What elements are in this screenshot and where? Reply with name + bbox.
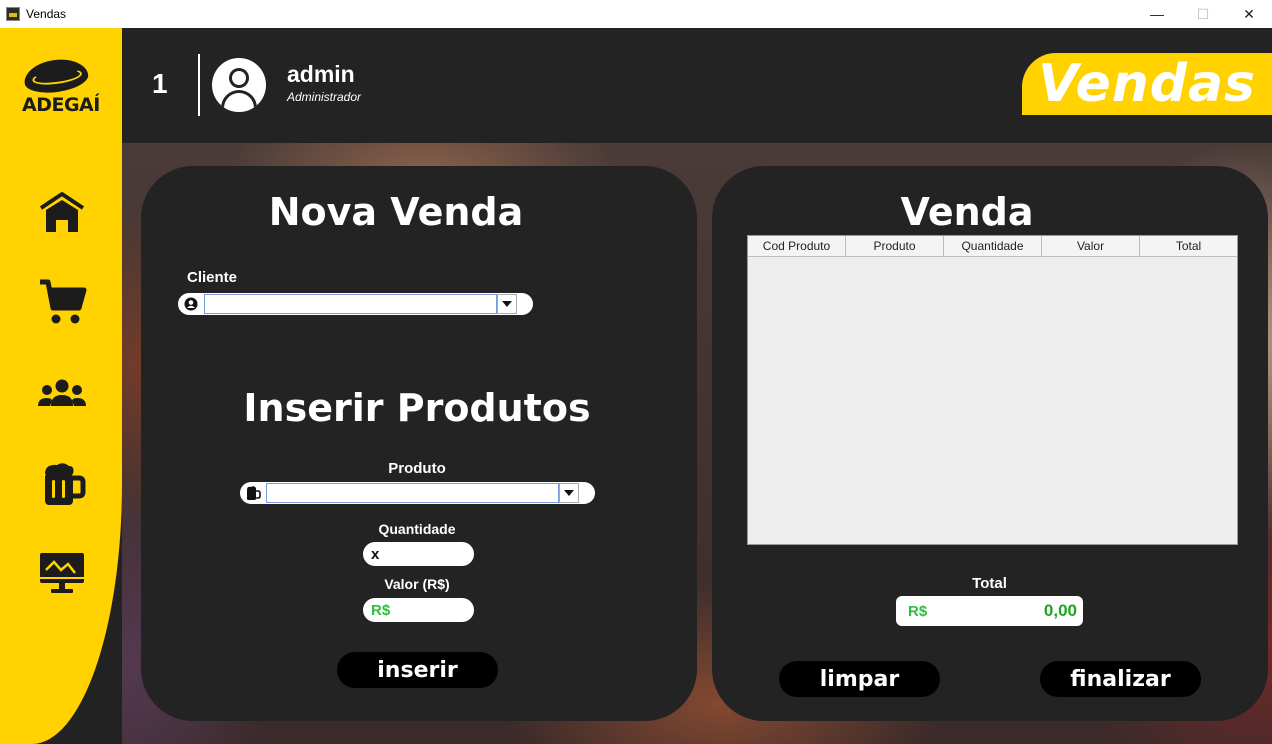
bottle-cap-icon [22, 55, 90, 97]
cart-icon [40, 279, 87, 324]
sidebar-item-relatorios[interactable] [36, 548, 88, 596]
total-label: Total [972, 575, 1007, 592]
nova-venda-title: Nova Venda [268, 190, 524, 234]
inserir-button[interactable]: inserir [337, 652, 498, 688]
valor-input[interactable]: R$ [363, 598, 474, 622]
user-icon [229, 68, 249, 88]
venda-title: Venda [900, 190, 1034, 234]
user-number: 1 [152, 68, 168, 99]
cliente-label: Cliente [187, 269, 238, 286]
beer-mug-icon [240, 482, 266, 504]
venda-table[interactable]: Cod Produto Produto Quantidade Valor Tot… [747, 235, 1238, 545]
sidebar-item-home[interactable] [36, 188, 88, 236]
column-header[interactable]: Total [1140, 236, 1237, 256]
total-prefix: R$ [908, 602, 928, 620]
window-title: Vendas [26, 7, 67, 21]
produto-combobox[interactable] [240, 482, 595, 504]
chevron-down-icon[interactable] [559, 483, 579, 503]
page-title-banner: Vendas [1022, 53, 1272, 115]
close-button[interactable]: ✕ [1226, 0, 1272, 28]
produto-field[interactable] [266, 483, 559, 503]
page-title: Vendas [1037, 54, 1256, 114]
column-header[interactable]: Cod Produto [748, 236, 846, 256]
quantidade-label: Quantidade [378, 521, 456, 537]
window-titlebar: Vendas — ☐ ✕ [0, 0, 1272, 28]
header-divider [198, 54, 200, 116]
limpar-button[interactable]: limpar [779, 661, 940, 697]
user-name: admin [287, 61, 355, 87]
column-header[interactable]: Valor [1042, 236, 1140, 256]
produto-label: Produto [388, 460, 446, 477]
monitor-chart-icon [40, 553, 84, 593]
home-icon [39, 192, 85, 232]
avatar [212, 58, 266, 112]
header: 1 admin Administrador Vendas [122, 28, 1272, 143]
maximize-button[interactable]: ☐ [1180, 0, 1226, 28]
user-circle-icon [178, 293, 204, 315]
finalizar-button[interactable]: finalizar [1040, 661, 1201, 697]
user-role: Administrador [287, 90, 362, 104]
quantidade-input[interactable]: x [363, 542, 474, 566]
sidebar-item-clientes[interactable] [36, 370, 88, 418]
sidebar-item-vendas[interactable] [36, 278, 88, 326]
logo-text: ADEGAÍ [22, 94, 100, 116]
adegai-logo: ADEGAÍ [18, 55, 104, 120]
table-header: Cod Produto Produto Quantidade Valor Tot… [748, 236, 1237, 257]
sidebar: ADEGAÍ [0, 28, 122, 744]
users-icon [38, 379, 86, 406]
column-header[interactable]: Produto [846, 236, 944, 256]
sidebar-item-produtos[interactable] [36, 460, 88, 508]
total-field: R$ 0,00 [896, 596, 1083, 626]
nova-venda-panel [141, 166, 697, 721]
window-controls: — ☐ ✕ [1134, 0, 1272, 28]
cliente-field[interactable] [204, 294, 497, 314]
app-icon [6, 7, 20, 21]
beer-mug-icon [45, 463, 86, 505]
cliente-combobox[interactable] [178, 293, 533, 315]
total-value: 0,00 [1043, 601, 1077, 620]
minimize-button[interactable]: — [1134, 0, 1180, 28]
valor-label: Valor (R$) [384, 576, 450, 592]
inserir-produtos-title: Inserir Produtos [243, 386, 591, 430]
valor-prefix: R$ [371, 601, 391, 619]
quantidade-prefix: x [371, 545, 380, 563]
column-header[interactable]: Quantidade [944, 236, 1042, 256]
chevron-down-icon[interactable] [497, 294, 517, 314]
